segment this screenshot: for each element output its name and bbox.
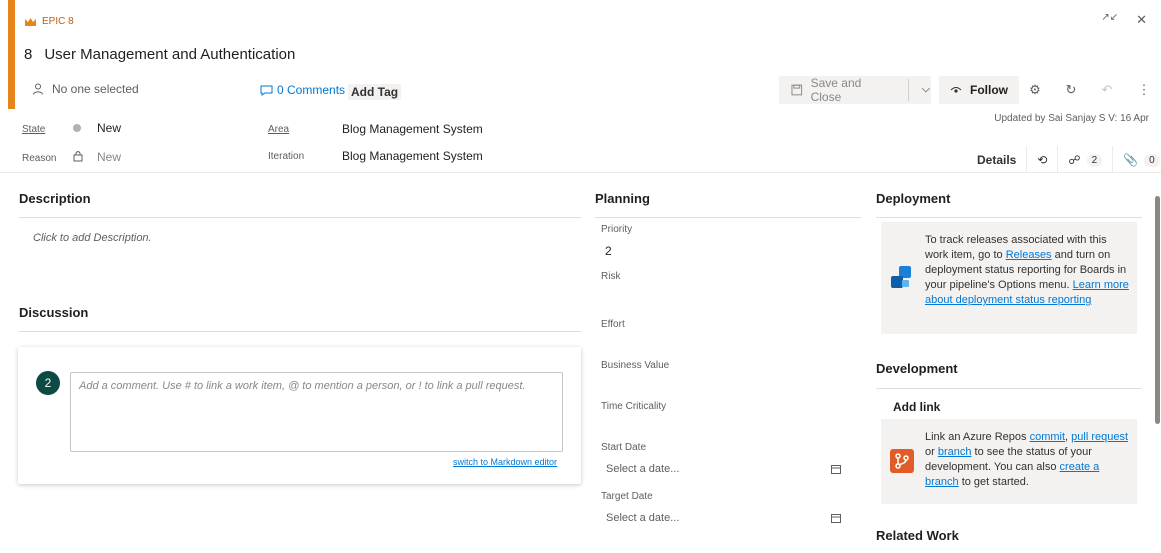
follow-label: Follow: [970, 83, 1008, 97]
deployment-text: To track releases associated with this w…: [925, 233, 1129, 308]
development-text-part: or: [925, 446, 938, 458]
work-item-type: EPIC 8: [24, 16, 74, 27]
updated-info[interactable]: Updated by Sai Sanjay S V: 16 Apr: [994, 113, 1149, 124]
divider: [19, 331, 581, 332]
refresh-icon[interactable]: ↻: [1057, 76, 1085, 104]
minimize-icon[interactable]: ↗↙: [1101, 12, 1118, 28]
add-tag-button[interactable]: Add Tag: [348, 84, 402, 100]
add-link-button[interactable]: Add link: [893, 400, 940, 414]
crown-icon: [25, 17, 36, 26]
work-item-id: 8: [24, 46, 33, 63]
state-label: State: [22, 124, 46, 135]
lock-icon: [73, 151, 83, 162]
tab-attachments[interactable]: 📎 0: [1112, 146, 1161, 174]
rocket-icon: [891, 266, 911, 288]
commit-link[interactable]: commit: [1030, 431, 1065, 443]
markdown-editor-link[interactable]: switch to Markdown editor: [453, 457, 557, 467]
start-date-label: Start Date: [601, 442, 647, 453]
assignee-picker[interactable]: No one selected: [32, 82, 139, 96]
undo-icon[interactable]: ↶: [1093, 76, 1121, 104]
area-value[interactable]: Blog Management System: [342, 122, 483, 136]
discussion-title: Discussion: [19, 305, 89, 320]
branch-link[interactable]: branch: [938, 446, 972, 458]
priority-field[interactable]: 2: [605, 244, 612, 258]
description-editor[interactable]: Click to add Description.: [33, 232, 152, 244]
work-item-title[interactable]: User Management and Authentication: [44, 46, 295, 63]
settings-icon[interactable]: ⚙: [1021, 76, 1049, 104]
more-icon[interactable]: ⋮: [1130, 76, 1158, 104]
target-date-placeholder: Select a date...: [606, 512, 680, 524]
planning-title: Planning: [595, 191, 650, 206]
close-icon[interactable]: ✕: [1136, 12, 1147, 28]
iteration-value[interactable]: Blog Management System: [342, 149, 483, 163]
development-title: Development: [876, 361, 958, 376]
business-value-label: Business Value: [601, 360, 670, 371]
start-date-picker[interactable]: Select a date...: [601, 458, 841, 480]
tab-history[interactable]: ⟲: [1026, 146, 1057, 174]
deployment-title: Deployment: [876, 191, 951, 206]
follow-button[interactable]: Follow: [939, 76, 1019, 104]
development-text: Link an Azure Repos commit, pull request…: [925, 430, 1131, 490]
releases-link[interactable]: Releases: [1006, 249, 1052, 261]
divider: [876, 217, 1142, 218]
target-date-label: Target Date: [601, 491, 653, 502]
priority-label: Priority: [601, 224, 633, 235]
start-date-placeholder: Select a date...: [606, 463, 680, 475]
iteration-label: Iteration: [268, 151, 305, 162]
development-text-part: to get started.: [958, 476, 1029, 488]
effort-label: Effort: [601, 319, 625, 330]
calendar-icon[interactable]: [831, 513, 841, 523]
development-info-card: Link an Azure Repos commit, pull request…: [881, 419, 1137, 504]
related-work-title: Related Work: [876, 528, 959, 543]
window-controls: ↗↙ ✕: [1101, 12, 1147, 28]
view-tabs: Details ⟲ ☍ 2 📎 0: [967, 146, 1161, 174]
target-date-picker[interactable]: Select a date...: [601, 507, 841, 529]
history-icon: ⟲: [1037, 153, 1048, 167]
calendar-icon[interactable]: [831, 464, 841, 474]
comment-input[interactable]: Add a comment. Use # to link a work item…: [70, 372, 563, 452]
links-count-badge: 2: [1086, 153, 1103, 167]
work-item-type-label: EPIC 8: [42, 16, 74, 27]
assignee-label: No one selected: [52, 82, 139, 96]
chevron-down-icon[interactable]: [921, 87, 931, 93]
attachment-icon: 📎: [1123, 153, 1139, 167]
git-icon: [890, 449, 914, 473]
reason-label: Reason: [22, 153, 57, 164]
comments-count: 0 Comments: [277, 83, 346, 97]
state-dropdown[interactable]: New: [97, 121, 121, 135]
comments-link[interactable]: 0 Comments: [260, 83, 345, 97]
link-icon: ☍: [1068, 153, 1081, 167]
pull-request-link[interactable]: pull request: [1071, 431, 1128, 443]
time-criticality-label: Time Criticality: [601, 401, 667, 412]
tab-details[interactable]: Details: [967, 146, 1026, 174]
scrollbar-thumb[interactable]: [1155, 196, 1160, 424]
eye-icon: [950, 87, 962, 93]
tab-links[interactable]: ☍ 2: [1057, 146, 1112, 174]
state-dot-icon: [73, 124, 81, 132]
comment-icon: [260, 85, 273, 96]
risk-label: Risk: [601, 271, 621, 282]
development-text-part: Link an Azure Repos: [925, 431, 1030, 443]
deployment-info-card: To track releases associated with this w…: [881, 222, 1137, 334]
divider: [908, 79, 910, 101]
save-and-close-button[interactable]: Save and Close: [779, 76, 931, 104]
save-icon: [791, 84, 803, 96]
work-item-title-row[interactable]: 8 User Management and Authentication: [24, 46, 295, 63]
divider: [19, 217, 581, 218]
save-and-close-label: Save and Close: [810, 76, 862, 104]
area-label: Area: [268, 124, 290, 135]
person-icon: [33, 83, 43, 95]
divider: [876, 388, 1142, 389]
work-item-color-bar: [8, 0, 15, 109]
avatar: 2: [36, 371, 60, 395]
divider: [595, 217, 861, 218]
description-title: Description: [19, 191, 91, 206]
reason-value: New: [97, 150, 122, 164]
attachments-count-badge: 0: [1144, 153, 1160, 167]
